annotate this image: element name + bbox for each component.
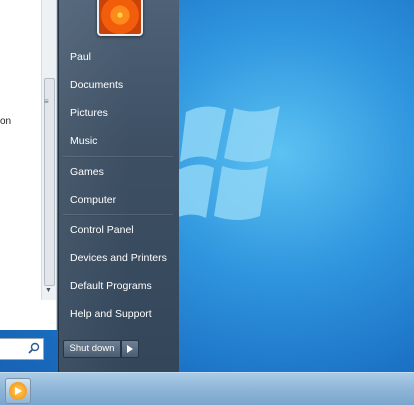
- places-pane: Paul Documents Pictures Music Games Comp…: [58, 0, 179, 372]
- menu-item-control-panel[interactable]: Control Panel: [70, 224, 134, 236]
- menu-item-music[interactable]: Music: [70, 135, 97, 147]
- program-label-partial[interactable]: on: [0, 116, 11, 127]
- menu-item-user[interactable]: Paul: [70, 51, 91, 63]
- shutdown-control: Shut down: [63, 340, 139, 358]
- user-avatar[interactable]: [97, 0, 143, 36]
- taskbar: [0, 372, 414, 405]
- menu-item-computer[interactable]: Computer: [70, 194, 116, 206]
- search-box[interactable]: [0, 338, 44, 360]
- scrollbar-thumb[interactable]: [44, 78, 55, 286]
- programs-pane: on ≡ ▼: [0, 0, 57, 330]
- scrollbar-grip-icon: ≡: [44, 97, 49, 106]
- shutdown-options-button[interactable]: [121, 340, 139, 358]
- windows-logo-icon: [176, 106, 280, 220]
- scroll-down-arrow-icon[interactable]: ▼: [45, 287, 52, 294]
- search-input[interactable]: [0, 340, 26, 359]
- menu-separator: [63, 214, 173, 216]
- menu-item-games[interactable]: Games: [70, 166, 104, 178]
- taskbar-media-player-button[interactable]: [5, 378, 31, 404]
- menu-item-help-support[interactable]: Help and Support: [70, 308, 152, 320]
- menu-item-pictures[interactable]: Pictures: [70, 107, 108, 119]
- menu-item-default-programs[interactable]: Default Programs: [70, 280, 152, 292]
- chevron-right-icon: [127, 345, 133, 353]
- menu-item-devices-printers[interactable]: Devices and Printers: [70, 252, 167, 264]
- media-player-icon: [9, 382, 27, 400]
- search-icon[interactable]: [28, 342, 40, 354]
- shutdown-button[interactable]: Shut down: [63, 340, 121, 358]
- menu-separator: [63, 156, 173, 158]
- start-menu: on ≡ ▼ Paul Documents Pictures Music Gam…: [0, 0, 179, 372]
- programs-scrollbar[interactable]: ≡ ▼: [41, 0, 56, 300]
- menu-item-documents[interactable]: Documents: [70, 79, 123, 91]
